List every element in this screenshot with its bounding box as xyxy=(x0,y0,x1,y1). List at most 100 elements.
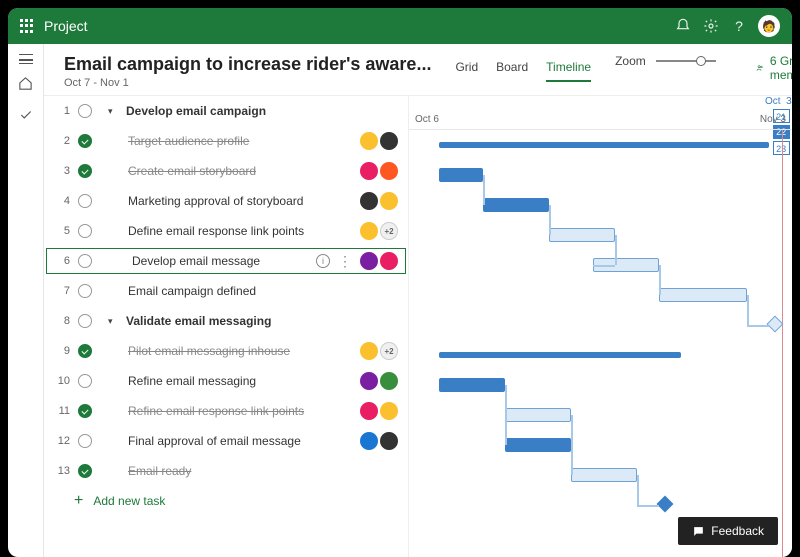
assignee-avatar[interactable] xyxy=(380,402,398,420)
task-row[interactable]: 10Refine email messaging xyxy=(44,366,408,396)
task-name[interactable]: Refine email response link points xyxy=(128,404,352,418)
app-launcher-icon[interactable] xyxy=(20,19,34,33)
settings-icon[interactable] xyxy=(702,17,720,35)
complete-toggle[interactable] xyxy=(78,284,92,298)
expand-icon[interactable]: ▾ xyxy=(108,316,118,327)
summary-bar[interactable] xyxy=(439,142,769,148)
assignee-avatar[interactable] xyxy=(360,132,378,150)
check-icon[interactable] xyxy=(19,108,33,127)
task-row[interactable]: 13 Email ready xyxy=(44,456,408,486)
complete-toggle[interactable] xyxy=(78,104,92,118)
task-name[interactable]: Refine email messaging xyxy=(128,374,352,388)
complete-toggle[interactable] xyxy=(78,434,92,448)
assignee-avatar[interactable] xyxy=(380,372,398,390)
task-bar[interactable] xyxy=(439,168,483,182)
assignee-avatar[interactable] xyxy=(380,162,398,180)
complete-toggle[interactable] xyxy=(78,464,92,478)
tab-timeline[interactable]: Timeline xyxy=(546,60,591,82)
complete-toggle[interactable] xyxy=(78,134,92,148)
complete-toggle[interactable] xyxy=(78,254,92,268)
menu-icon[interactable] xyxy=(19,54,33,64)
task-bar[interactable] xyxy=(505,408,571,422)
feedback-icon xyxy=(692,525,705,538)
row-number: 1 xyxy=(56,105,70,117)
home-icon[interactable] xyxy=(18,76,33,96)
task-bar[interactable] xyxy=(659,288,747,302)
task-bar[interactable] xyxy=(549,228,615,242)
task-row[interactable]: 8▾Validate email messaging xyxy=(44,306,408,336)
complete-toggle[interactable] xyxy=(78,344,92,358)
task-bar[interactable] xyxy=(571,468,637,482)
assignee-avatar[interactable] xyxy=(360,222,378,240)
info-icon[interactable]: i xyxy=(316,254,330,268)
row-number: 12 xyxy=(56,435,70,447)
complete-toggle[interactable] xyxy=(78,194,92,208)
task-bar[interactable] xyxy=(483,198,549,212)
assignee-avatar[interactable] xyxy=(360,252,378,270)
notifications-icon[interactable] xyxy=(674,17,692,35)
assignee-avatar[interactable] xyxy=(360,432,378,450)
task-row[interactable]: 9Pilot email messaging inhouse+2 xyxy=(44,336,408,366)
avatar-more[interactable]: +2 xyxy=(380,342,398,360)
task-row[interactable]: 4 Marketing approval of storyboard xyxy=(44,186,408,216)
left-rail xyxy=(8,44,44,557)
expand-icon[interactable]: ▾ xyxy=(108,106,118,117)
complete-toggle[interactable] xyxy=(78,314,92,328)
group-members-button[interactable]: 6 Group members xyxy=(756,54,792,82)
assignee-avatar[interactable] xyxy=(380,132,398,150)
assignee-avatar[interactable] xyxy=(360,372,378,390)
complete-toggle[interactable] xyxy=(78,374,92,388)
row-number: 13 xyxy=(56,465,70,477)
task-name[interactable]: Final approval of email message xyxy=(128,434,352,448)
task-row[interactable]: 5Define email response link points+2 xyxy=(44,216,408,246)
gantt-chart[interactable]: Oct 6 Nov 3 Oct 3d 212223 xyxy=(408,96,792,557)
tab-board[interactable]: Board xyxy=(496,60,528,82)
user-avatar[interactable]: 🧑 xyxy=(758,15,780,37)
complete-toggle[interactable] xyxy=(78,404,92,418)
more-icon[interactable]: ⋮ xyxy=(338,257,352,265)
task-name[interactable]: Define email response link points xyxy=(128,224,352,238)
summary-bar[interactable] xyxy=(439,352,681,358)
task-row[interactable]: 1 ▾ Develop email campaign xyxy=(44,96,408,126)
assignee-avatar[interactable] xyxy=(360,162,378,180)
avatar-more[interactable]: +2 xyxy=(380,222,398,240)
task-row[interactable]: 2Target audience profile xyxy=(44,126,408,156)
assignee-avatar[interactable] xyxy=(380,192,398,210)
task-name[interactable]: Develop email message xyxy=(128,250,308,272)
complete-toggle[interactable] xyxy=(78,224,92,238)
people-icon xyxy=(756,61,764,75)
assignee-avatar[interactable] xyxy=(380,252,398,270)
help-icon[interactable]: ? xyxy=(730,17,748,35)
assignee-avatar[interactable] xyxy=(380,432,398,450)
task-bar[interactable] xyxy=(439,378,505,392)
task-row[interactable]: 6Develop email messagei⋮ xyxy=(44,246,408,276)
task-name[interactable]: Develop email campaign xyxy=(126,104,390,118)
task-row[interactable]: 3Create email storyboard xyxy=(44,156,408,186)
assignee-avatar[interactable] xyxy=(360,342,378,360)
task-name[interactable]: Pilot email messaging inhouse xyxy=(128,344,352,358)
task-bar[interactable] xyxy=(505,438,571,452)
zoom-label: Zoom xyxy=(615,54,646,68)
complete-toggle[interactable] xyxy=(78,164,92,178)
app-name: Project xyxy=(44,18,88,34)
task-name[interactable]: Email campaign defined xyxy=(128,284,390,298)
task-row[interactable]: 12 Final approval of email message xyxy=(44,426,408,456)
task-name[interactable]: Target audience profile xyxy=(128,134,352,148)
row-number: 11 xyxy=(56,405,70,417)
milestone[interactable] xyxy=(767,316,784,333)
task-name[interactable]: Create email storyboard xyxy=(128,164,352,178)
assignee-avatar[interactable] xyxy=(360,192,378,210)
view-tabs: Grid Board Timeline xyxy=(455,60,591,82)
task-name[interactable]: Validate email messaging xyxy=(126,314,390,328)
zoom-slider[interactable] xyxy=(656,55,716,67)
milestone[interactable] xyxy=(657,496,674,513)
tab-grid[interactable]: Grid xyxy=(455,60,478,82)
assignee-avatar[interactable] xyxy=(360,402,378,420)
feedback-button[interactable]: Feedback xyxy=(678,517,778,545)
task-name[interactable]: Email ready xyxy=(128,464,390,478)
row-number: 4 xyxy=(56,195,70,207)
task-row[interactable]: 7Email campaign defined xyxy=(44,276,408,306)
task-name[interactable]: Marketing approval of storyboard xyxy=(128,194,352,208)
task-row[interactable]: 11 Refine email response link points xyxy=(44,396,408,426)
add-task-button[interactable]: +Add new task xyxy=(44,486,408,516)
